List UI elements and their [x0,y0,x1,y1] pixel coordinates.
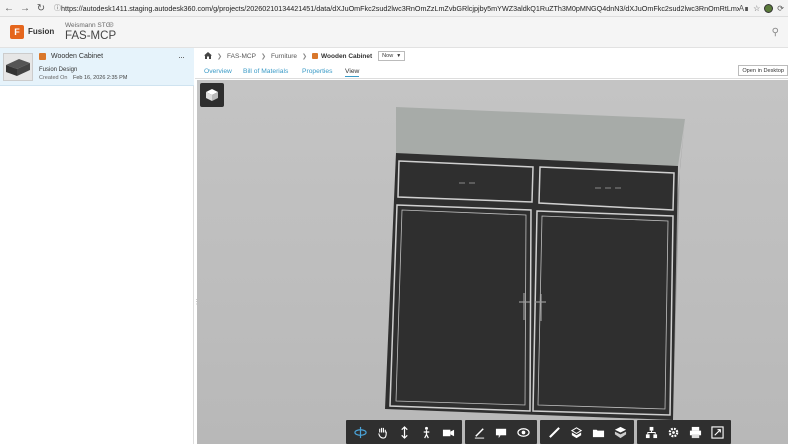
back-icon[interactable]: ← [2,1,16,15]
measure-icon[interactable] [544,422,564,442]
chevron-down-icon: ▼ [396,53,402,59]
hub-name[interactable]: Weismann STG [65,22,111,29]
pan-icon[interactable] [372,422,392,442]
app-name[interactable]: Fusion [28,27,54,36]
fusion-design-icon [312,53,319,59]
favorite-star-icon[interactable]: ☆ [753,4,760,13]
settings-icon[interactable] [663,422,683,442]
breadcrumb-project[interactable]: FAS-MCP [227,53,256,60]
extension-icon[interactable] [764,3,774,13]
section-icon[interactable] [513,422,533,442]
viewcube-icon[interactable] [200,83,224,107]
browser-refresh-icon[interactable]: ⟳ [777,4,784,13]
file-title: Wooden Cabinet [51,53,104,60]
cabinet-model [385,107,685,420]
created-label: Created On [39,75,68,81]
app-header: F Fusion Weismann STG ⚙ FAS-MCP ⚲ [0,17,788,48]
orbit-icon[interactable] [350,422,370,442]
fit-icon[interactable] [610,422,630,442]
model-tools [540,420,634,444]
tab-bill-of-materials[interactable]: Bill of Materials [243,68,288,75]
version-dropdown[interactable]: Now ▼ [378,51,406,61]
file-list-panel: Wooden Cabinet ··· Fusion Design Created… [0,48,200,444]
tab-properties[interactable]: Properties [302,68,332,75]
breadcrumb: ❯ FAS-MCP ❯ Furniture ❯ Wooden Cabinet N… [195,48,788,64]
site-info-icon[interactable]: ⓘ [54,3,61,13]
file-thumbnail [3,53,33,81]
fusion-logo-icon[interactable]: F [10,25,24,39]
search-icon[interactable]: ⚲ [772,27,779,38]
settings-tools [637,420,731,444]
model-viewer-canvas[interactable] [197,80,788,444]
chevron-right-icon: ❯ [301,53,308,60]
comment-icon[interactable] [491,422,511,442]
browser-toolbar: ← → ↻ ⓘ https://autodesk1411.staging.aut… [0,0,788,17]
dolly-icon[interactable] [394,422,414,442]
viewer-toolbar [346,420,731,444]
chevron-right-icon: ❯ [260,53,266,60]
file-type: Fusion Design [39,67,78,73]
more-options-icon[interactable]: ··· [178,52,185,62]
project-title: FAS-MCP [65,30,117,42]
hub-settings-icon[interactable]: ⚙ [108,21,114,29]
breadcrumb-folder[interactable]: Furniture [271,53,297,60]
chevron-right-icon: ❯ [217,53,223,60]
version-label: Now [382,53,394,59]
camera-icon[interactable] [438,422,458,442]
address-bar[interactable]: ⓘ https://autodesk1411.staging.autodesk3… [54,2,739,15]
first-person-icon[interactable] [416,422,436,442]
read-aloud-icon[interactable]: A∎ [739,4,749,13]
file-card-selected[interactable]: Wooden Cabinet ··· Fusion Design Created… [0,48,194,86]
print-icon[interactable] [685,422,705,442]
tab-view[interactable]: View [345,68,360,77]
created-date: Feb 16, 2026 2:35 PM [72,75,128,81]
breadcrumb-current: Wooden Cabinet [321,52,373,60]
markup-tools [465,420,537,444]
file-created: Created On Feb 16, 2026 2:35 PM [39,75,127,81]
fullscreen-icon[interactable] [707,422,727,442]
tab-overview[interactable]: Overview [204,68,232,75]
fusion-design-icon [39,53,46,60]
tab-bar: Overview Bill of Materials Properties Vi… [195,64,788,79]
forward-icon[interactable]: → [18,1,32,15]
home-icon[interactable] [204,51,212,61]
open-in-desktop-button[interactable]: Open in Desktop [738,65,788,76]
panel-resize-handle[interactable]: ⋮ [193,298,200,310]
explode-icon[interactable] [566,422,586,442]
structure-icon[interactable] [641,422,661,442]
url-text: https://autodesk1411.staging.autodesk360… [61,3,739,13]
reload-icon[interactable]: ↻ [34,1,48,15]
model-browser-icon[interactable] [588,422,608,442]
navigation-tools [346,420,462,444]
markup-icon[interactable] [469,422,489,442]
